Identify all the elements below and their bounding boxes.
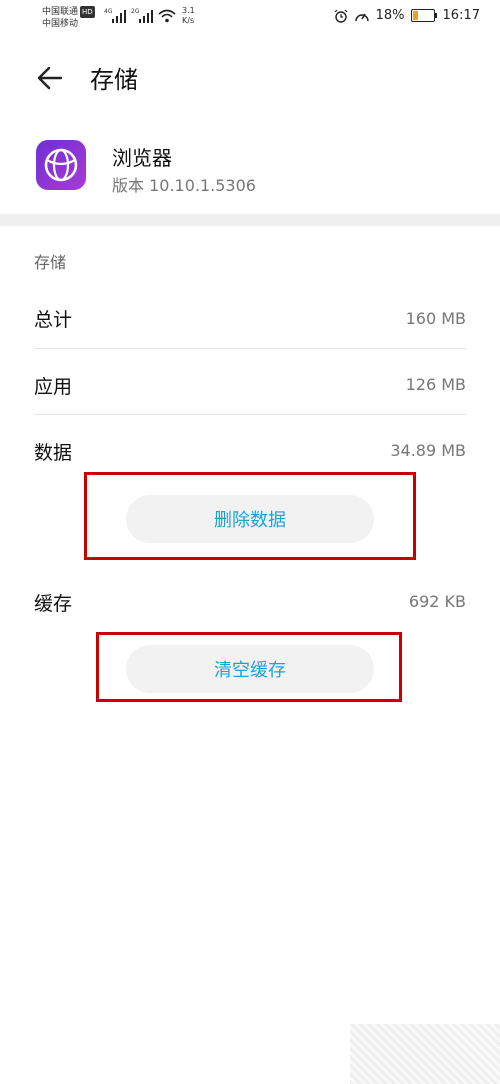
clock: 16:17 (442, 8, 480, 23)
speed-unit: K/s (182, 16, 195, 25)
carrier-1: 中国联通 (42, 7, 79, 17)
carrier-info: 中国联通 HD 中国移动 (42, 6, 95, 30)
hd-badge: HD (80, 6, 95, 18)
network-speed: 3.1 K/s (182, 6, 195, 26)
back-arrow-icon[interactable] (36, 64, 64, 92)
speed-gauge-icon (354, 13, 369, 21)
row-data-value: 34.89 MB (390, 441, 466, 460)
browser-app-icon (36, 140, 86, 190)
status-right: 18% 16:17 (334, 8, 480, 23)
signal-icon-2 (139, 9, 155, 23)
battery-icon (410, 9, 437, 22)
row-total-value: 160 MB (405, 309, 466, 328)
watermark (350, 1024, 500, 1084)
battery-percent: 18% (375, 8, 405, 23)
row-data-label: 数据 (34, 442, 73, 464)
clear-cache-button[interactable]: 清空缓存 (126, 645, 374, 693)
wifi-icon (158, 9, 176, 23)
carrier-2: 中国移动 (42, 19, 79, 29)
delete-data-button[interactable]: 删除数据 (126, 495, 374, 543)
signal-icon-1 (112, 9, 128, 23)
row-app-value: 126 MB (405, 375, 466, 394)
alarm-icon (334, 9, 348, 23)
row-cache-value: 692 KB (408, 592, 466, 611)
app-version: 版本 10.10.1.5306 (112, 176, 256, 195)
section-title: 存储 (34, 253, 67, 272)
row-total-label: 总计 (34, 309, 73, 331)
speed-value: 3.1 (182, 6, 195, 15)
section-divider (0, 214, 500, 226)
divider (34, 348, 466, 349)
row-cache-label: 缓存 (34, 593, 73, 615)
row-app-label: 应用 (34, 376, 73, 398)
app-name: 浏览器 (112, 146, 172, 170)
page-title: 存储 (90, 66, 138, 94)
divider (34, 414, 466, 415)
